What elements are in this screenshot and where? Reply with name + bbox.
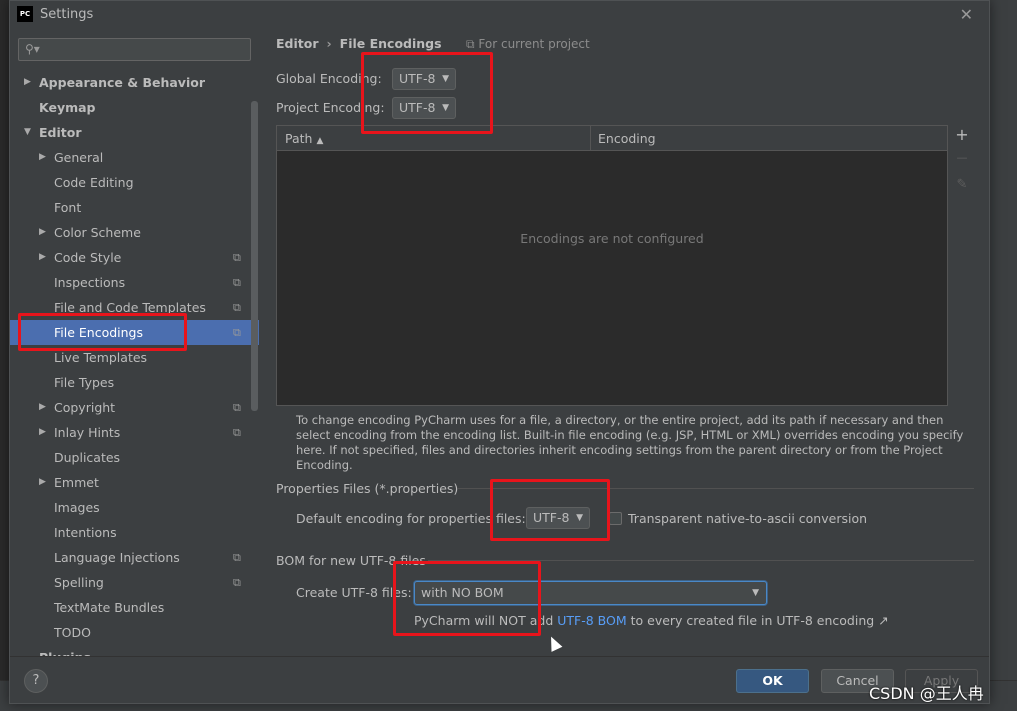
sidebar-item-todo[interactable]: TODO [10,620,259,645]
breadcrumb-current: File Encodings [339,36,442,51]
collapsed-arrow-icon[interactable]: ▶ [39,245,46,270]
collapsed-arrow-icon[interactable]: ▶ [39,220,46,245]
pycharm-app-icon: PC [17,6,33,22]
sidebar-item-label: Plugins [39,645,91,656]
sidebar-item-color-scheme[interactable]: ▶ Color Scheme [10,220,259,245]
encoding-help-text: To change encoding PyCharm uses for a fi… [296,413,964,472]
sidebar-item-label: Language Injections [54,550,180,565]
dialog-footer: ? OK Cancel Apply [10,656,989,703]
table-empty-text: Encodings are not configured [520,231,704,246]
sidebar-item-label: Duplicates [54,450,121,465]
highlight-box-properties-encoding [490,479,610,541]
ok-button[interactable]: OK [736,669,809,693]
settings-tree: ▶ Appearance & Behavior Keymap ▼ Editor ▶ Gene… [10,70,259,656]
expanded-arrow-icon[interactable]: ▼ [24,120,31,145]
project-scope-icon: ⧉ [233,326,241,339]
remove-icon[interactable]: — [950,151,974,177]
sidebar-item-images[interactable]: Images [10,495,259,520]
scope-indicator: ⧉ For current project [466,37,590,52]
column-header-path[interactable]: Path ▲ [285,126,323,151]
sidebar-item-label: Editor [39,125,82,140]
sidebar-item-appearance-behavior[interactable]: ▶ Appearance & Behavior [10,70,259,95]
sidebar-item-label: Images [54,500,100,515]
project-scope-icon: ⧉ [233,301,241,314]
csdn-watermark: CSDN @王人冉 [869,684,984,703]
sidebar-item-label: Inspections [54,275,126,290]
transparent-ascii-checkbox[interactable] [609,512,622,525]
sidebar-item-label: Font [54,200,82,215]
collapsed-arrow-icon[interactable]: ▶ [39,395,46,420]
highlight-box-file-encodings [18,313,187,351]
sidebar-item-intentions[interactable]: Intentions [10,520,259,545]
help-button[interactable]: ? [24,669,48,693]
ide-right-strip [990,0,1017,711]
properties-section-title: Properties Files (*.properties) [276,481,459,496]
sidebar-item-general[interactable]: ▶ General [10,145,259,170]
sidebar-item-inlay-hints[interactable]: ▶ Inlay Hints ⧉ [10,420,259,445]
sidebar-item-label: Code Style [54,250,122,265]
breadcrumb-parent[interactable]: Editor [276,36,319,51]
project-scope-icon: ⧉ [233,576,241,589]
sidebar-item-language-injections[interactable]: Language Injections ⧉ [10,545,259,570]
sidebar-item-label: File Types [54,375,115,390]
column-header-encoding[interactable]: Encoding [598,126,656,151]
sidebar-item-label: Spelling [54,575,104,590]
sidebar-item-label: Appearance & Behavior [39,75,205,90]
sidebar-item-emmet[interactable]: ▶ Emmet [10,470,259,495]
project-scope-icon: ⧉ [233,551,241,564]
collapsed-arrow-icon[interactable]: ▶ [24,70,31,95]
sidebar-item-file-types[interactable]: File Types [10,370,259,395]
sidebar-item-label: Color Scheme [54,225,141,240]
sidebar-item-label: General [54,150,104,165]
project-scope-icon: ⧉ [233,401,241,414]
sort-ascending-icon: ▲ [316,136,324,146]
sidebar-item-editor[interactable]: ▼ Editor [10,120,259,145]
collapsed-arrow-icon[interactable]: ▶ [39,145,46,170]
collapsed-arrow-icon[interactable]: ▶ [39,470,46,495]
sidebar-item-label: Intentions [54,525,117,540]
highlight-box-bom [393,561,541,636]
sidebar-item-font[interactable]: Font [10,195,259,220]
column-divider [590,126,591,151]
project-scope-icon: ⧉ [233,276,241,289]
utf8-bom-link[interactable]: UTF-8 BOM [557,613,626,628]
sidebar-item-textmate-bundles[interactable]: TextMate Bundles [10,595,259,620]
close-icon[interactable]: ✕ [960,5,973,24]
sidebar-item-label: TODO [54,625,91,640]
sidebar-item-label: Inlay Hints [54,425,121,440]
sidebar-item-label: TextMate Bundles [54,600,165,615]
add-icon[interactable]: + [950,125,974,151]
sidebar-item-code-style[interactable]: ▶ Code Style ⧉ [10,245,259,270]
breadcrumb-separator: › [326,36,332,51]
sidebar-item-label: Emmet [54,475,99,490]
window-title: Settings [40,7,94,22]
transparent-ascii-label[interactable]: Transparent native-to-ascii conversion [628,511,867,526]
project-scope-icon: ⧉ [233,251,241,264]
breadcrumb: Editor › File Encodings [276,36,442,51]
collapsed-arrow-icon[interactable]: ▶ [39,420,46,445]
sidebar-scrollbar[interactable] [251,101,258,411]
highlight-box-project-encodings [361,52,493,134]
copy-icon: ⧉ [466,37,475,51]
edit-icon[interactable]: ✎ [950,177,974,203]
sidebar-item-keymap[interactable]: Keymap [10,95,259,120]
sidebar-item-label: Copyright [54,400,116,415]
sidebar-item-label: Keymap [39,100,96,115]
project-scope-icon: ⧉ [233,426,241,439]
settings-search-input[interactable]: ⚲▾ [18,38,251,61]
sidebar-item-duplicates[interactable]: Duplicates [10,445,259,470]
sidebar-item-code-editing[interactable]: Code Editing [10,170,259,195]
search-icon: ⚲▾ [25,42,40,56]
chevron-down-icon: ▼ [752,588,759,598]
scope-label: For current project [478,37,590,51]
sidebar-item-inspections[interactable]: Inspections ⧉ [10,270,259,295]
title-bar: PC Settings ✕ [10,1,989,29]
sidebar-item-plugins[interactable]: Plugins [10,645,259,656]
sidebar-item-spelling[interactable]: Spelling ⧉ [10,570,259,595]
sidebar-item-copyright[interactable]: ▶ Copyright ⧉ [10,395,259,420]
sidebar-item-label: Code Editing [54,175,134,190]
table-toolbar: + — ✎ [950,125,974,203]
path-encoding-table[interactable]: Path ▲ Encoding Encodings are not config… [276,125,948,406]
